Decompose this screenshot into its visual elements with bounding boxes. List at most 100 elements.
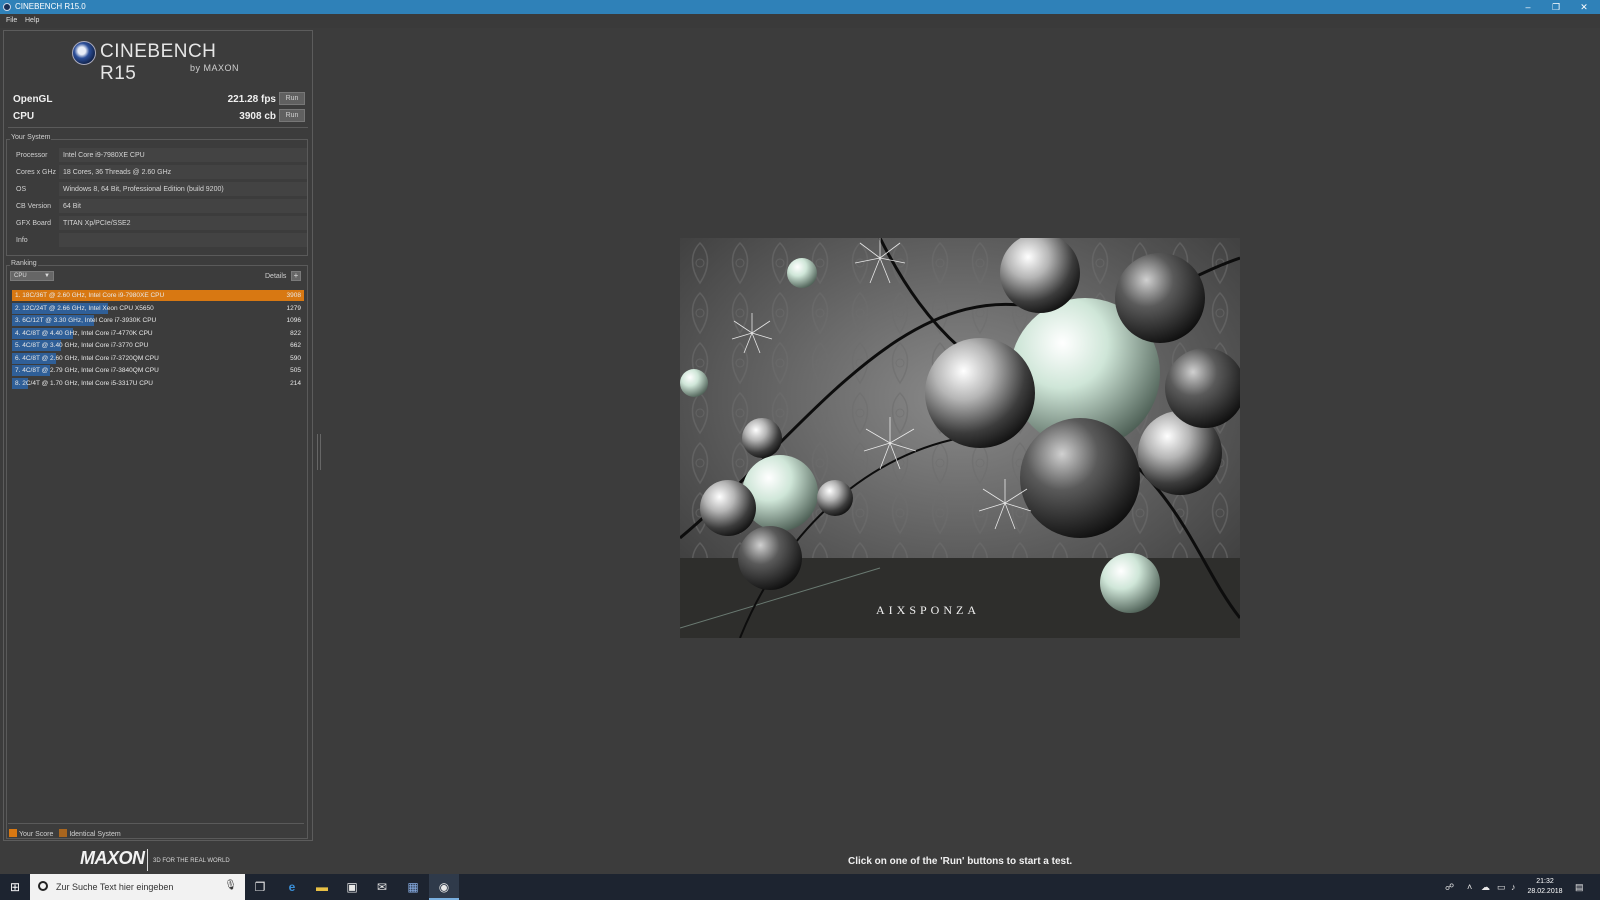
ranking-row[interactable]: 8. 2C/4T @ 1.70 GHz, Intel Core i5-3317U… bbox=[12, 377, 304, 389]
ranking-row[interactable]: 4. 4C/8T @ 4.40 GHz, Intel Core i7-4770K… bbox=[12, 327, 304, 339]
system-key: Cores x GHz bbox=[16, 169, 57, 176]
system-key: Info bbox=[16, 237, 28, 244]
cpu-label: CPU bbox=[13, 111, 35, 122]
ranking-row[interactable]: 5. 4C/8T @ 3.40 GHz, Intel Core i7-3770 … bbox=[12, 340, 304, 351]
system-value: 18 Cores, 36 Threads @ 2.60 GHz bbox=[59, 165, 307, 179]
ranking-label: 8. 2C/4T @ 1.70 GHz, Intel Core i5-3317U… bbox=[15, 379, 153, 387]
app-icon[interactable]: ▦ bbox=[398, 874, 428, 900]
legend-your-score: Your Score bbox=[19, 831, 54, 838]
mail-icon[interactable]: ✉ bbox=[367, 874, 397, 900]
onedrive-icon[interactable]: ☁ bbox=[1481, 874, 1490, 900]
legend: Your Score Identical System bbox=[9, 829, 121, 838]
brand-by: by MAXON bbox=[190, 63, 240, 73]
opengl-score-row: OpenGL 221.28 fps Run bbox=[8, 91, 308, 107]
taskbar-clock[interactable]: 21:32 28.02.2018 bbox=[1520, 877, 1570, 897]
ranking-label: 3. 6C/12T @ 3.30 GHz, Intel Core i7-3930… bbox=[15, 317, 157, 324]
clock-time: 21:32 bbox=[1536, 878, 1554, 885]
system-row-gfx-board: GFX Board TITAN Xp/PCIe/SSE2 bbox=[11, 216, 307, 231]
ranking-score: 1096 bbox=[286, 317, 301, 324]
maxon-logo: MAXON bbox=[80, 848, 145, 868]
details-label: Details bbox=[265, 273, 287, 280]
volume-icon[interactable]: ♪ bbox=[1511, 874, 1516, 900]
ranking-label: 4. 4C/8T @ 4.40 GHz, Intel Core i7-4770K… bbox=[15, 329, 153, 337]
cortana-icon bbox=[38, 881, 48, 891]
system-row-processor: Processor Intel Core i9-7980XE CPU bbox=[11, 148, 307, 163]
ranking-row[interactable]: 2. 12C/24T @ 2.66 GHz, Intel Xeon CPU X5… bbox=[12, 302, 304, 314]
run-hint-text: Click on one of the 'Run' buttons to sta… bbox=[848, 856, 1073, 867]
system-value: 64 Bit bbox=[59, 199, 307, 213]
maxon-tagline: 3D FOR THE REAL WORLD bbox=[153, 858, 230, 864]
cinebench-logo: CINEBENCH R15 by MAXON bbox=[72, 39, 242, 84]
cpu-score-row: CPU 3908 cb Run bbox=[8, 108, 308, 124]
window-title: CINEBENCH R15.0 bbox=[15, 2, 86, 11]
opengl-label: OpenGL bbox=[13, 94, 53, 105]
ranking-label: 1. 18C/36T @ 2.60 GHz, Intel Core i9-798… bbox=[15, 292, 165, 299]
minimize-button[interactable]: – bbox=[1514, 0, 1542, 14]
render-preview: AIXSPONZA bbox=[680, 238, 1240, 638]
aixsponza-watermark: AIXSPONZA bbox=[876, 603, 981, 617]
system-value: Intel Core i9-7980XE CPU bbox=[59, 148, 307, 162]
info-field[interactable] bbox=[59, 233, 307, 247]
show-hidden-icons-chevron-icon[interactable]: ˄ bbox=[1467, 874, 1472, 900]
people-icon[interactable]: ☍ bbox=[1445, 874, 1454, 900]
left-panel: CINEBENCH R15 by MAXON OpenGL 221.28 fps… bbox=[3, 30, 313, 841]
ranking-row[interactable]: 3. 6C/12T @ 3.30 GHz, Intel Core i7-3930… bbox=[12, 315, 304, 326]
details-expand-button[interactable]: + bbox=[291, 271, 301, 281]
render-image bbox=[680, 238, 1240, 638]
edge-browser-icon[interactable]: e bbox=[277, 874, 307, 900]
ranking-score: 505 bbox=[290, 367, 301, 374]
divider bbox=[147, 849, 148, 871]
restore-button[interactable]: ❐ bbox=[1542, 0, 1570, 14]
system-value: TITAN Xp/PCIe/SSE2 bbox=[59, 216, 307, 230]
panel-splitter-handle[interactable] bbox=[317, 434, 321, 470]
file-explorer-icon[interactable]: ▬ bbox=[307, 874, 337, 900]
ranking-type-value: CPU bbox=[14, 273, 27, 279]
menu-bar: File Help bbox=[0, 14, 1600, 28]
ranking-score: 3908 bbox=[286, 292, 301, 299]
search-placeholder: Zur Suche Text hier eingeben bbox=[56, 882, 174, 892]
ranking-row[interactable]: 6. 4C/8T @ 2.60 GHz, Intel Core i7-3720Q… bbox=[12, 352, 304, 364]
divider bbox=[8, 823, 304, 824]
legend-identical-system: Identical System bbox=[69, 831, 121, 838]
menu-help[interactable]: Help bbox=[25, 17, 39, 24]
ranking-score: 822 bbox=[290, 329, 301, 337]
your-score-swatch bbox=[9, 829, 17, 837]
ranking-label: 5. 4C/8T @ 3.40 GHz, Intel Core i7-3770 … bbox=[15, 342, 149, 349]
system-row-info: Info bbox=[11, 233, 307, 248]
cinebench-app-icon bbox=[3, 3, 11, 11]
opengl-run-button[interactable]: Run bbox=[279, 92, 305, 105]
system-key: GFX Board bbox=[16, 220, 52, 227]
chevron-down-icon: ▼ bbox=[44, 273, 50, 279]
ranking-score: 590 bbox=[290, 354, 301, 362]
your-system-group: Your System Processor Intel Core i9-7980… bbox=[6, 134, 308, 256]
ranking-row[interactable]: 1. 18C/36T @ 2.60 GHz, Intel Core i9-798… bbox=[12, 290, 304, 301]
system-value: Windows 8, 64 Bit, Professional Edition … bbox=[59, 182, 307, 196]
menu-file[interactable]: File bbox=[6, 17, 17, 24]
task-view-icon[interactable]: ❐ bbox=[245, 874, 275, 900]
identical-system-swatch bbox=[59, 829, 68, 837]
ranking-label: 7. 4C/8T @ 2.79 GHz, Intel Core i7-3840Q… bbox=[15, 367, 159, 374]
system-row-os: OS Windows 8, 64 Bit, Professional Editi… bbox=[11, 182, 307, 197]
taskbar-search-box[interactable]: Zur Suche Text hier eingeben 🎙 bbox=[30, 874, 245, 900]
system-key: CB Version bbox=[16, 203, 52, 210]
ranking-group: Ranking bbox=[6, 260, 308, 839]
close-button[interactable]: ✕ bbox=[1570, 0, 1598, 14]
system-row-cb-version: CB Version 64 Bit bbox=[11, 199, 307, 214]
windows-start-icon[interactable]: ⊞ bbox=[0, 874, 30, 900]
title-bar: CINEBENCH R15.0 – ❐ ✕ bbox=[0, 0, 1600, 14]
store-icon[interactable]: ▣ bbox=[337, 874, 367, 900]
ranking-score: 1279 bbox=[286, 304, 301, 312]
ranking-label: 2. 12C/24T @ 2.66 GHz, Intel Xeon CPU X5… bbox=[15, 304, 154, 312]
clock-date: 28.02.2018 bbox=[1527, 888, 1563, 895]
ranking-type-dropdown[interactable]: CPU ▼ bbox=[10, 271, 54, 281]
cpu-run-button[interactable]: Run bbox=[279, 109, 305, 122]
action-center-icon[interactable]: ▤ bbox=[1575, 874, 1584, 900]
your-system-title: Your System bbox=[10, 134, 52, 141]
ranking-row[interactable]: 7. 4C/8T @ 2.79 GHz, Intel Core i7-3840Q… bbox=[12, 365, 304, 376]
network-icon[interactable]: ▭ bbox=[1497, 874, 1506, 900]
ranking-label: 6. 4C/8T @ 2.60 GHz, Intel Core i7-3720Q… bbox=[15, 354, 159, 362]
cpu-value: 3908 cb bbox=[239, 111, 276, 122]
microphone-icon[interactable]: 🎙 bbox=[224, 880, 237, 891]
cinebench-taskbar-icon[interactable]: ◉ bbox=[429, 874, 459, 900]
taskbar: ⊞ Zur Suche Text hier eingeben 🎙 ❐ e ▬ ▣… bbox=[0, 874, 1600, 900]
